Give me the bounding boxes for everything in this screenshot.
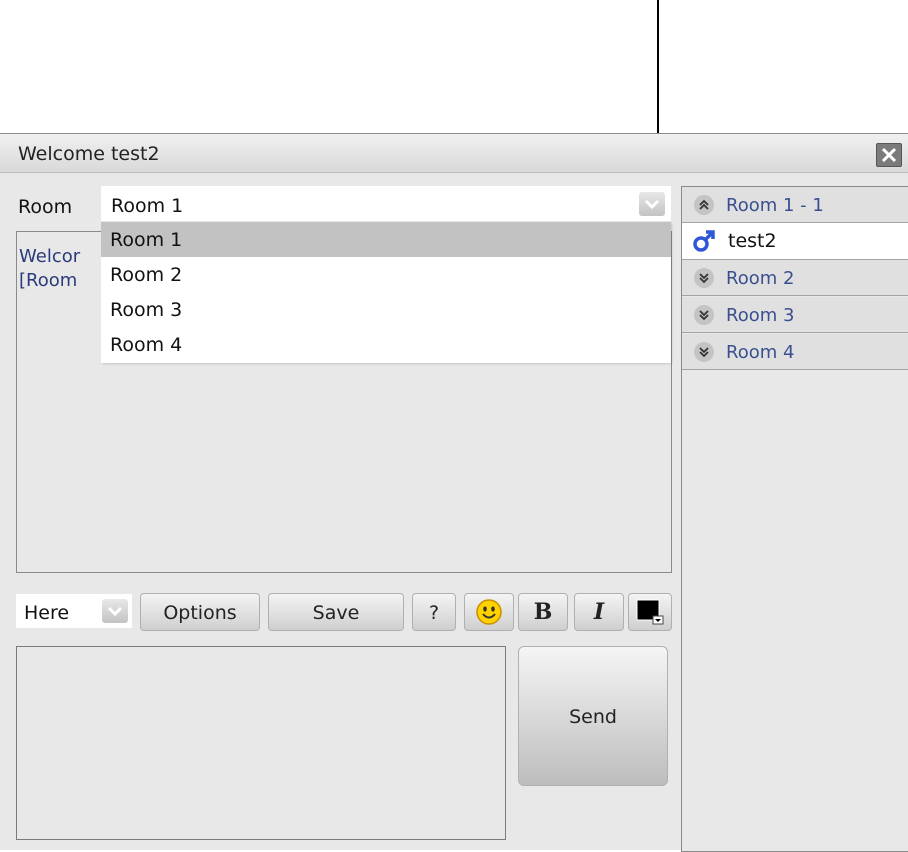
room-select-value: Room 1 bbox=[111, 195, 184, 217]
close-icon bbox=[881, 147, 897, 163]
chevron-down-double-icon bbox=[694, 268, 714, 288]
chevron-up-double-icon bbox=[694, 195, 714, 215]
options-button[interactable]: Options bbox=[140, 593, 260, 631]
help-button[interactable]: ? bbox=[412, 593, 456, 631]
room-label: Room bbox=[18, 196, 73, 218]
options-button-label: Options bbox=[163, 602, 237, 624]
room-dropdown-list: Room 1 Room 2 Room 3 Room 4 bbox=[101, 222, 671, 363]
send-button[interactable]: Send bbox=[518, 646, 668, 786]
title-bar: Welcome test2 bbox=[0, 134, 908, 173]
chevron-down-icon bbox=[644, 199, 660, 210]
target-select[interactable]: Here bbox=[16, 594, 132, 628]
room-option-label: Room 4 bbox=[110, 334, 183, 356]
room-select-toggle[interactable] bbox=[639, 192, 665, 216]
male-icon bbox=[693, 230, 715, 252]
save-button[interactable]: Save bbox=[268, 593, 404, 631]
rooms-panel: Room 1 - 1 test2 Room 2 Room 3 Room 4 bbox=[681, 186, 908, 852]
bold-button[interactable]: B bbox=[518, 593, 568, 631]
room-option[interactable]: Room 3 bbox=[101, 292, 671, 327]
room-select[interactable]: Room 1 bbox=[101, 186, 671, 221]
emoticon-button[interactable] bbox=[464, 593, 514, 631]
room-option[interactable]: Room 1 bbox=[101, 222, 671, 257]
room-option[interactable]: Room 2 bbox=[101, 257, 671, 292]
save-button-label: Save bbox=[312, 602, 360, 624]
send-button-label: Send bbox=[569, 706, 617, 728]
room-option-label: Room 3 bbox=[110, 299, 183, 321]
target-select-toggle[interactable] bbox=[102, 599, 128, 623]
color-picker-icon bbox=[636, 599, 664, 625]
room-header-label: Room 1 - 1 bbox=[726, 195, 824, 216]
room-header-room-2[interactable]: Room 2 bbox=[682, 260, 908, 296]
chat-log-line: Welcor bbox=[19, 246, 81, 267]
color-picker-button[interactable] bbox=[628, 593, 672, 631]
italic-button-label: I bbox=[593, 599, 605, 625]
room-option[interactable]: Room 4 bbox=[101, 327, 671, 362]
room-header-label: Room 2 bbox=[726, 268, 795, 289]
chevron-down-icon bbox=[107, 606, 123, 617]
message-input[interactable] bbox=[16, 646, 506, 840]
chevron-down-double-icon bbox=[694, 305, 714, 325]
room-header-label: Room 4 bbox=[726, 342, 795, 363]
room-header-room-3[interactable]: Room 3 bbox=[682, 297, 908, 333]
room-header-label: Room 3 bbox=[726, 305, 795, 326]
help-button-label: ? bbox=[428, 602, 440, 624]
room-header-room-4[interactable]: Room 4 bbox=[682, 334, 908, 370]
user-row[interactable]: test2 bbox=[682, 223, 908, 260]
chevron-down-double-icon bbox=[694, 342, 714, 362]
room-option-label: Room 1 bbox=[110, 229, 183, 251]
target-select-value: Here bbox=[24, 602, 70, 624]
user-name: test2 bbox=[728, 230, 777, 252]
bold-button-label: B bbox=[533, 599, 553, 625]
chat-window: Welcome test2 Room Welcor [Room Room 1 R… bbox=[0, 133, 908, 852]
close-button[interactable] bbox=[876, 143, 902, 167]
italic-button[interactable]: I bbox=[574, 593, 624, 631]
smiley-icon bbox=[476, 599, 502, 625]
chat-log-line: [Room bbox=[19, 270, 78, 291]
window-title: Welcome test2 bbox=[18, 143, 160, 165]
room-option-label: Room 2 bbox=[110, 264, 183, 286]
room-header-room-1[interactable]: Room 1 - 1 bbox=[682, 187, 908, 223]
